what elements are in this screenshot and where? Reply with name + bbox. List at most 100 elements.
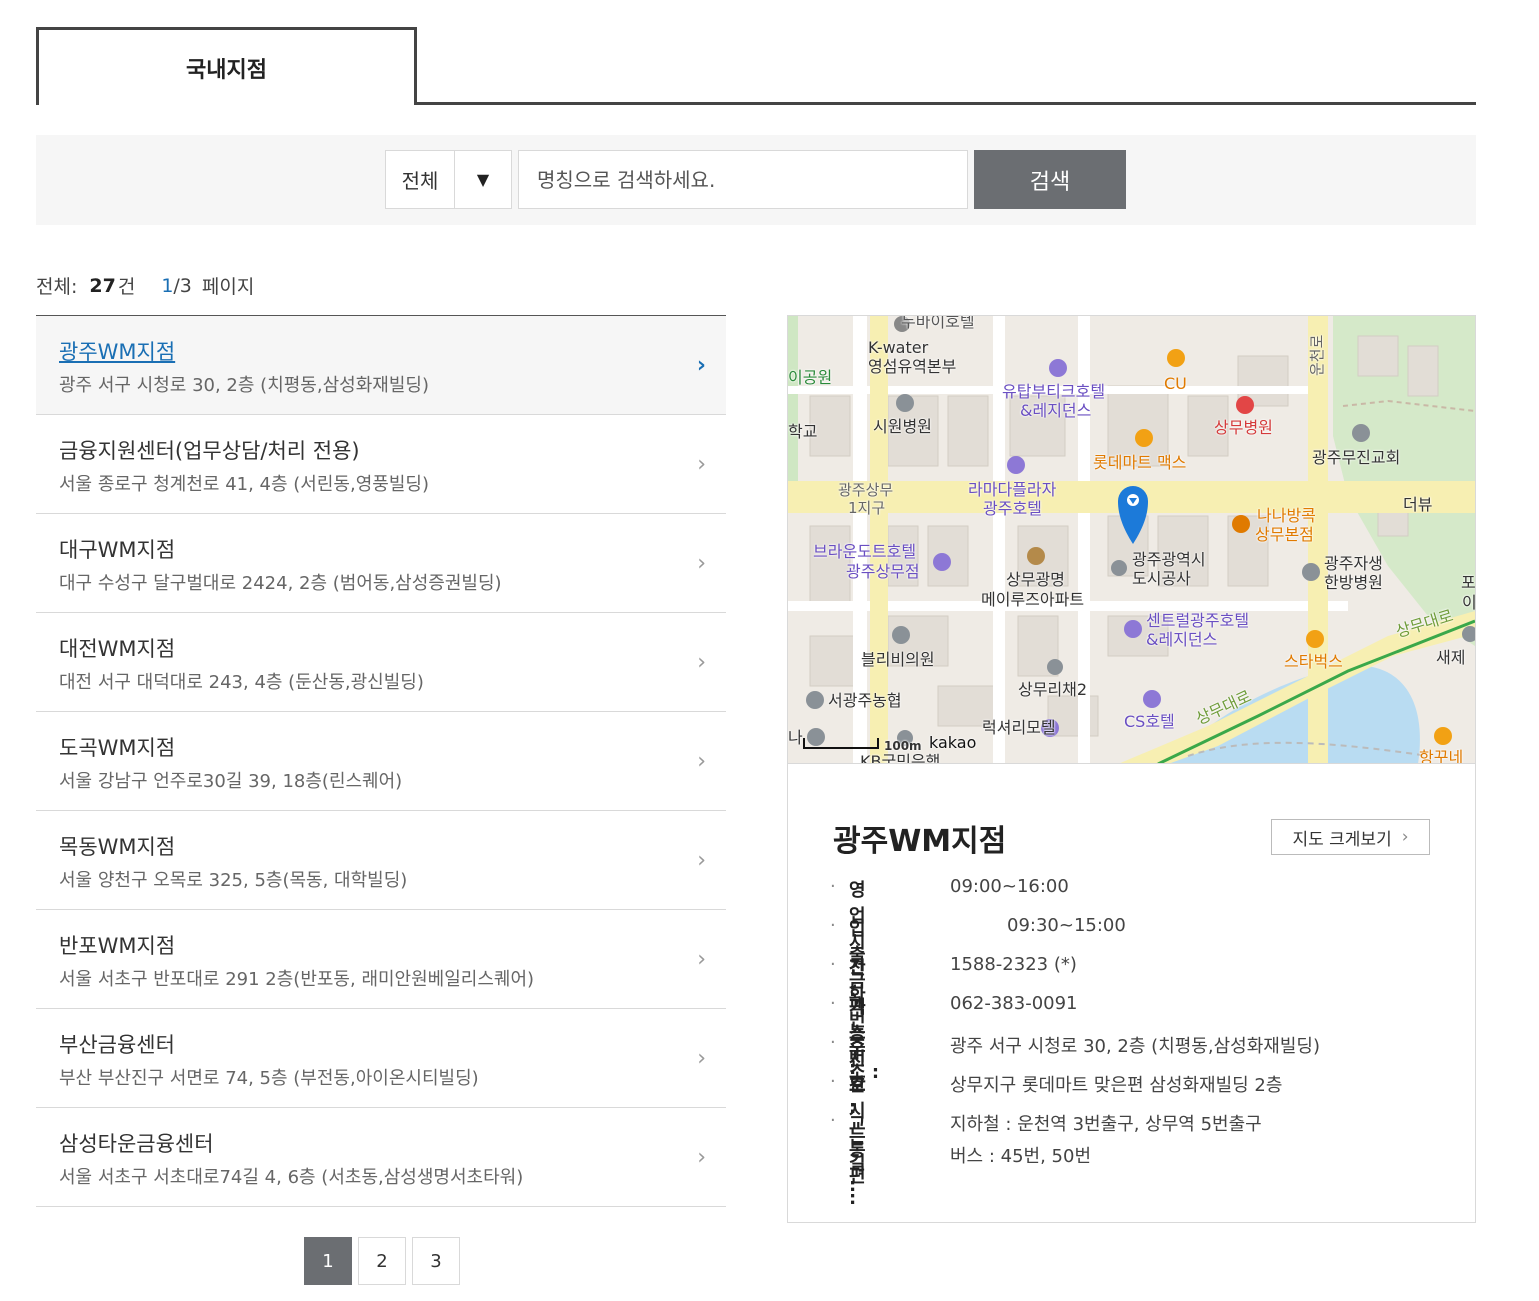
chevron-right-icon[interactable]: › <box>697 551 706 576</box>
branch-address: 부산 부산진구 서면로 74, 5층 (부전동,아이온시티빌딩) <box>59 1068 479 1089</box>
map-label: 두바이호텔 <box>901 316 975 331</box>
chevron-right-icon[interactable]: › <box>697 947 706 972</box>
total-label: 전체: <box>36 276 78 298</box>
tab-label: 국내지점 <box>186 57 267 83</box>
map-label: 상무본점 <box>1255 525 1314 544</box>
search-button[interactable]: 검색 <box>974 150 1126 209</box>
branch-detail-panel: 두바이호텔 K-water 영섬유역본부 이공원 유탑부티크호텔 &레지던스 C… <box>787 315 1476 1223</box>
tab-domestic-branches[interactable]: 국내지점 <box>36 27 417 108</box>
map-label: 포 <box>1461 573 1475 592</box>
info-value: 09:00~16:00 <box>950 876 1069 897</box>
branch-name[interactable]: 대전WM지점 <box>59 633 175 663</box>
branch-address: 서울 서초구 반포대로 291 2층(반포동, 래미안원베일리스퀘어) <box>59 969 535 990</box>
map-label: 광주상무점 <box>846 562 920 581</box>
map-label: 상무리채2 <box>1018 680 1088 699</box>
tab-bar: 국내지점 <box>36 27 1476 108</box>
info-value: 광주 서구 시청로 30, 2층 (치평동,삼성화재빌딩) <box>950 1036 1320 1057</box>
branch-item[interactable]: 대전WM지점 대전 서구 대덕대로 243, 4층 (둔산동,광신빌딩) › <box>36 613 726 712</box>
branch-item[interactable]: 목동WM지점 서울 양천구 오목로 325, 5층(목동, 대학빌딩) › <box>36 811 726 910</box>
branch-item[interactable]: 도곡WM지점 서울 강남구 언주로30길 39, 18층(린스퀘어) › <box>36 712 726 811</box>
map-label: 도시공사 <box>1132 569 1191 588</box>
caret-down-icon[interactable]: ▼ <box>455 151 511 208</box>
map-label: 블리비의원 <box>861 650 935 669</box>
branch-address: 대전 서구 대덕대로 243, 4층 (둔산동,광신빌딩) <box>59 672 424 693</box>
branch-item[interactable]: 광주WM지점 광주 서구 시청로 30, 2층 (치평동,삼성화재빌딩) › <box>36 316 726 415</box>
map-label: &레지던스 <box>1020 401 1092 420</box>
map-label: &레지던스 <box>1146 630 1218 649</box>
branch-name[interactable]: 삼성타운금융센터 <box>59 1128 214 1158</box>
map-label: 이공원 <box>788 368 833 387</box>
category-select[interactable]: 전체 ▼ <box>385 150 512 209</box>
map-label: 유탑부티크호텔 <box>1002 382 1106 401</box>
map-label: 나 <box>788 728 803 747</box>
branch-item[interactable]: 삼성타운금융센터 서울 서초구 서초대로74길 4, 6층 (서초동,삼성생명서… <box>36 1108 726 1207</box>
chevron-right-icon[interactable]: › <box>697 1046 706 1071</box>
branch-map[interactable]: 두바이호텔 K-water 영섬유역본부 이공원 유탑부티크호텔 &레지던스 C… <box>788 316 1475 764</box>
map-label: 1지구 <box>848 499 886 517</box>
map-label: 광주호텔 <box>983 499 1042 518</box>
map-label: 한방병원 <box>1324 573 1383 592</box>
branch-name[interactable]: 목동WM지점 <box>59 831 175 861</box>
map-label: K-water <box>868 338 929 357</box>
map-label: 항꾸네 <box>1419 748 1464 764</box>
branch-name[interactable]: 금융지원센터(업무상담/처리 전용) <box>59 435 360 465</box>
bullet: · <box>830 1032 836 1053</box>
branch-name[interactable]: 반포WM지점 <box>59 930 175 960</box>
branch-detail-title: 광주WM지점 <box>833 824 1007 859</box>
search-input[interactable] <box>518 150 968 209</box>
map-label: 나나방콕 <box>1257 506 1316 525</box>
result-summary: 전체: 27 건 1 /3 페이지 <box>36 272 254 299</box>
page-button-2[interactable]: 2 <box>358 1237 406 1285</box>
page-button-3[interactable]: 3 <box>412 1237 460 1285</box>
branch-item[interactable]: 금융지원센터(업무상담/처리 전용) 서울 종로구 청계천로 41, 4층 (서… <box>36 415 726 514</box>
category-select-value: 전체 <box>386 151 455 208</box>
branch-address: 서울 양천구 오목로 325, 5층(목동, 대학빌딩) <box>59 870 408 891</box>
map-label: 학교 <box>788 422 818 441</box>
chevron-right-icon[interactable]: › <box>697 353 706 378</box>
map-label: 시원병원 <box>873 417 932 436</box>
chevron-right-icon[interactable]: › <box>697 848 706 873</box>
total-unit: 건 <box>117 276 136 298</box>
page-label: 페이지 <box>201 276 255 298</box>
pagination: 1 2 3 <box>304 1237 460 1285</box>
chevron-right-icon[interactable]: › <box>697 452 706 477</box>
branch-list: 광주WM지점 광주 서구 시청로 30, 2층 (치평동,삼성화재빌딩) › 금… <box>36 315 726 1207</box>
branch-name[interactable]: 부산금융센터 <box>59 1029 175 1059</box>
branch-name[interactable]: 도곡WM지점 <box>59 732 175 762</box>
enlarge-map-button[interactable]: 지도 크게보기 › <box>1271 819 1430 855</box>
chevron-right-icon[interactable]: › <box>697 749 706 774</box>
branch-item[interactable]: 대구WM지점 대구 수성구 달구벌대로 2424, 2층 (범어동,삼성증권빌딩… <box>36 514 726 613</box>
branch-name[interactable]: 대구WM지점 <box>59 534 175 564</box>
map-label: 롯데마트 맥스 <box>1093 453 1187 472</box>
info-value-secondary: 버스 : 45번, 50번 <box>950 1146 1091 1167</box>
branch-item[interactable]: 반포WM지점 서울 서초구 반포대로 291 2층(반포동, 래미안원베일리스퀘… <box>36 910 726 1009</box>
info-value: 상무지구 롯데마트 맞은편 삼성화재빌딩 2층 <box>950 1075 1283 1096</box>
branch-item[interactable]: 부산금융센터 부산 부산진구 서면로 74, 5층 (부전동,아이온시티빌딩) … <box>36 1009 726 1108</box>
map-label: 라마다플라자 <box>968 480 1057 499</box>
map-label: 광주무진교회 <box>1312 448 1401 467</box>
total-count: 27 <box>89 274 116 297</box>
info-value: 1588-2323 (*) <box>950 954 1077 975</box>
info-value: 09:30~15:00 <box>1007 915 1126 936</box>
map-label: 영섬유역본부 <box>868 357 957 376</box>
bullet: · <box>830 954 836 975</box>
map-label: 센트럴광주호텔 <box>1146 611 1250 630</box>
bullet: · <box>830 876 836 897</box>
map-label: CS호텔 <box>1124 712 1175 731</box>
info-key: 교 통 편 : <box>849 1114 866 1209</box>
chevron-right-icon[interactable]: › <box>697 650 706 675</box>
map-label: 상무병원 <box>1214 418 1273 437</box>
map-label: 광주광역시 <box>1132 550 1206 569</box>
chevron-right-icon[interactable]: › <box>697 1145 706 1170</box>
map-label: 새제 <box>1436 648 1466 667</box>
page-button-1[interactable]: 1 <box>304 1237 352 1285</box>
map-label: 서광주농협 <box>828 691 902 710</box>
map-label: 이 <box>1462 593 1475 612</box>
chevron-right-icon: › <box>1401 827 1409 847</box>
branch-name[interactable]: 광주WM지점 <box>59 336 175 366</box>
kakao-logo: kakao <box>929 733 977 752</box>
map-scale-label: 100m <box>884 739 922 753</box>
bullet: · <box>830 915 836 936</box>
bullet: · <box>830 993 836 1014</box>
map-label: 럭셔리모텔 <box>982 718 1056 737</box>
